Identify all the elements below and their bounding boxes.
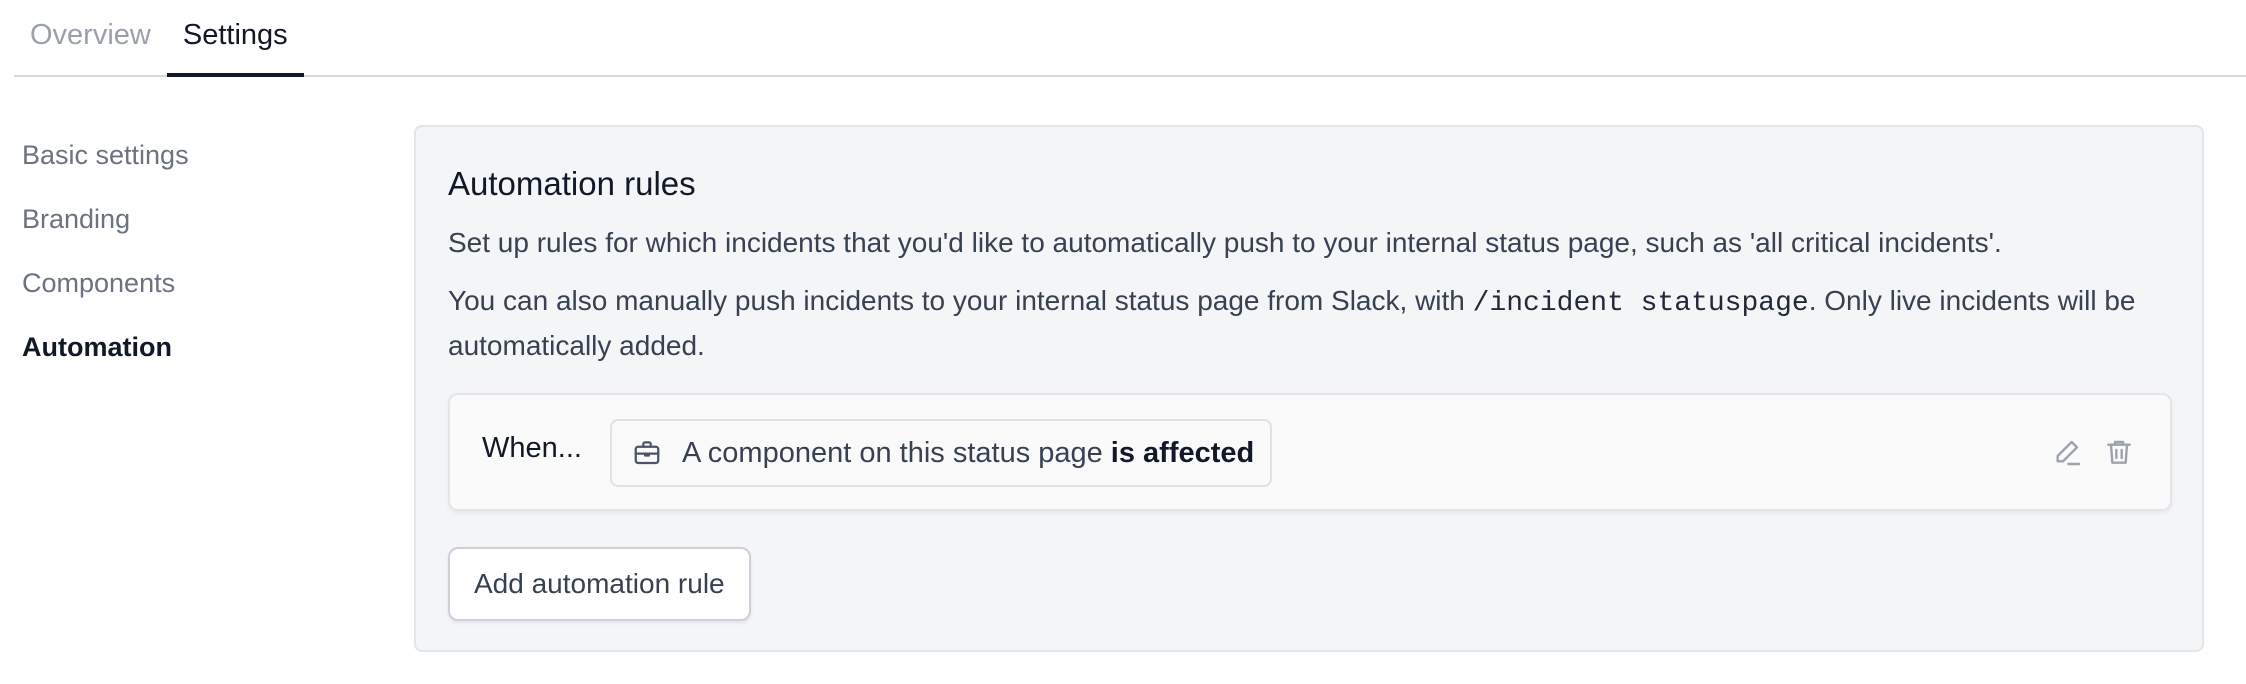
- delete-rule-button[interactable]: [2102, 435, 2136, 469]
- automation-panel: Automation rules Set up rules for which …: [414, 125, 2204, 652]
- tab-settings[interactable]: Settings: [166, 19, 304, 77]
- panel-description-slack: You can also manually push incidents to …: [448, 280, 2178, 367]
- slash-command-code: /incident statuspage: [1472, 288, 1809, 319]
- rule-condition-pill[interactable]: A component on this status page is affec…: [610, 419, 1273, 487]
- edit-rule-button[interactable]: [2050, 435, 2084, 469]
- sidebar-item-automation[interactable]: Automation: [22, 327, 382, 367]
- briefcase-icon: [632, 438, 662, 468]
- panel-title: Automation rules: [448, 165, 696, 202]
- when-label: When...: [482, 432, 582, 464]
- edit-icon: [2051, 436, 2083, 468]
- settings-sidebar: Basic settings Branding Components Autom…: [22, 135, 382, 391]
- panel-description: Set up rules for which incidents that yo…: [448, 227, 2002, 258]
- condition-text: A component on this status page: [682, 436, 1103, 469]
- sidebar-item-components[interactable]: Components: [22, 263, 382, 303]
- sidebar-item-basic-settings[interactable]: Basic settings: [22, 135, 382, 175]
- trash-icon: [2103, 436, 2135, 468]
- condition-operator: is affected: [1110, 436, 1255, 469]
- add-automation-rule-button[interactable]: Add automation rule: [448, 547, 751, 621]
- tab-bar: Overview Settings: [14, 0, 2246, 77]
- tab-overview[interactable]: Overview: [14, 19, 167, 77]
- description-text: You can also manually push incidents to …: [448, 285, 1473, 316]
- automation-rule-card: When... A component on this status page …: [448, 393, 2172, 511]
- sidebar-item-branding[interactable]: Branding: [22, 199, 382, 239]
